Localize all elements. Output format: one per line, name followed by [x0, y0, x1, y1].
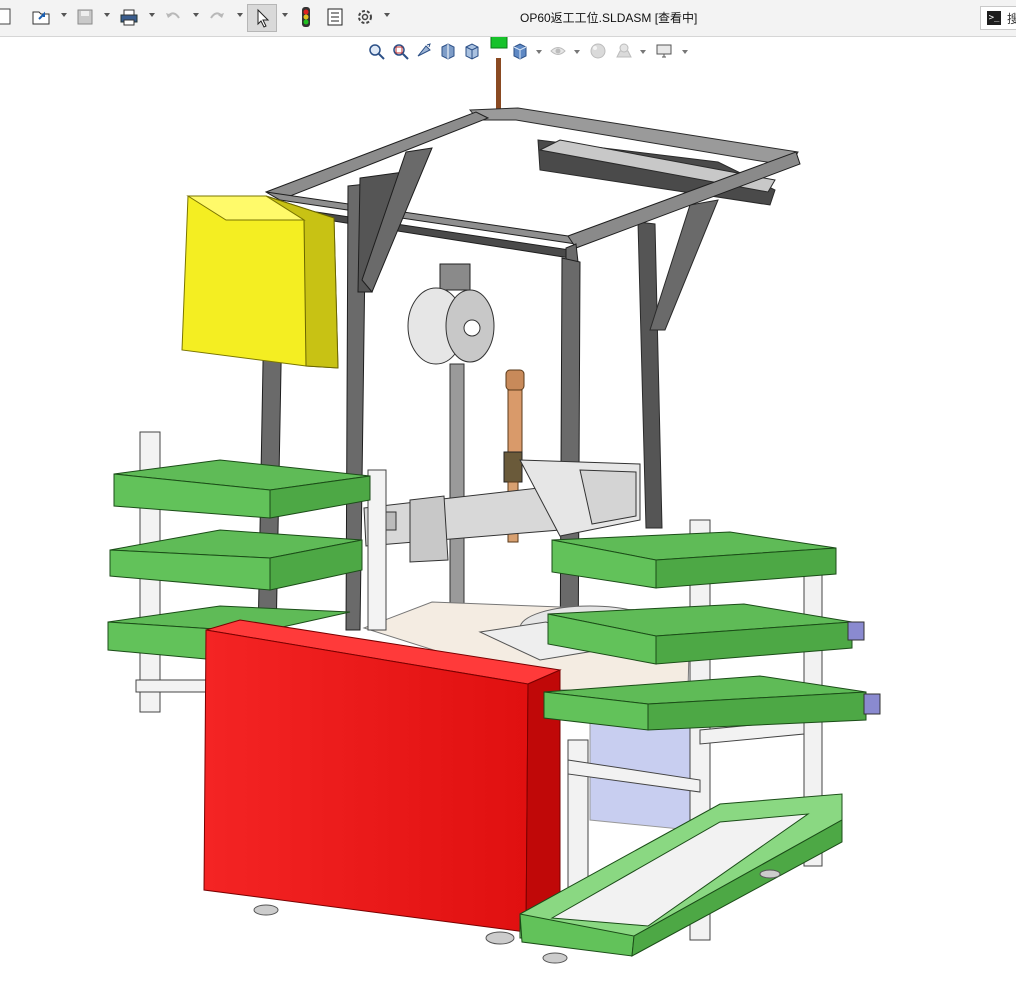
left-tray-top	[113, 459, 371, 519]
redo-button[interactable]	[206, 6, 228, 28]
open-dropdown-icon[interactable]	[61, 13, 67, 17]
options-dropdown-icon[interactable]	[384, 13, 390, 17]
red-cabinet	[203, 619, 562, 945]
main-toolbar: OP60返工工位.SLDASM [查看中] >_ 搜	[0, 0, 1016, 37]
select-dropdown-icon[interactable]	[282, 13, 288, 17]
new-document-button[interactable]	[0, 6, 16, 28]
undo-icon	[166, 12, 180, 19]
undo-button[interactable]	[162, 6, 184, 28]
new-document-icon	[0, 8, 11, 25]
open-folder-icon	[32, 11, 50, 25]
options-button[interactable]	[354, 6, 376, 28]
open-button[interactable]	[30, 6, 52, 28]
search-commands-box[interactable]: >_ 搜	[980, 6, 1016, 30]
graphics-area[interactable]	[0, 35, 1016, 976]
file-properties-button[interactable]	[324, 6, 346, 28]
gear-icon	[358, 10, 372, 24]
right-tray-top	[551, 531, 837, 589]
search-label: 搜	[1007, 11, 1016, 26]
redo-icon	[210, 12, 224, 19]
file-properties-icon	[327, 8, 343, 26]
save-dropdown-icon[interactable]	[104, 13, 110, 17]
undo-dropdown-icon[interactable]	[193, 13, 199, 17]
save-icon	[77, 9, 93, 25]
window-title: OP60返工工位.SLDASM [查看中]	[520, 11, 698, 25]
print-dropdown-icon[interactable]	[149, 13, 155, 17]
rebuild-button[interactable]	[295, 6, 317, 28]
spring-balancer	[407, 263, 495, 649]
electrical-box	[181, 195, 339, 369]
coordinate-triad	[490, 35, 513, 119]
traffic-light-icon	[302, 7, 310, 27]
redo-dropdown-icon[interactable]	[237, 13, 243, 17]
print-button[interactable]	[118, 6, 140, 28]
select-button[interactable]	[247, 4, 277, 32]
print-icon	[120, 9, 138, 26]
assembly-model	[107, 35, 881, 964]
top-frame	[264, 111, 801, 265]
save-button[interactable]	[74, 6, 96, 28]
command-prompt-icon: >_	[987, 11, 1001, 25]
select-cursor-icon	[257, 8, 270, 28]
